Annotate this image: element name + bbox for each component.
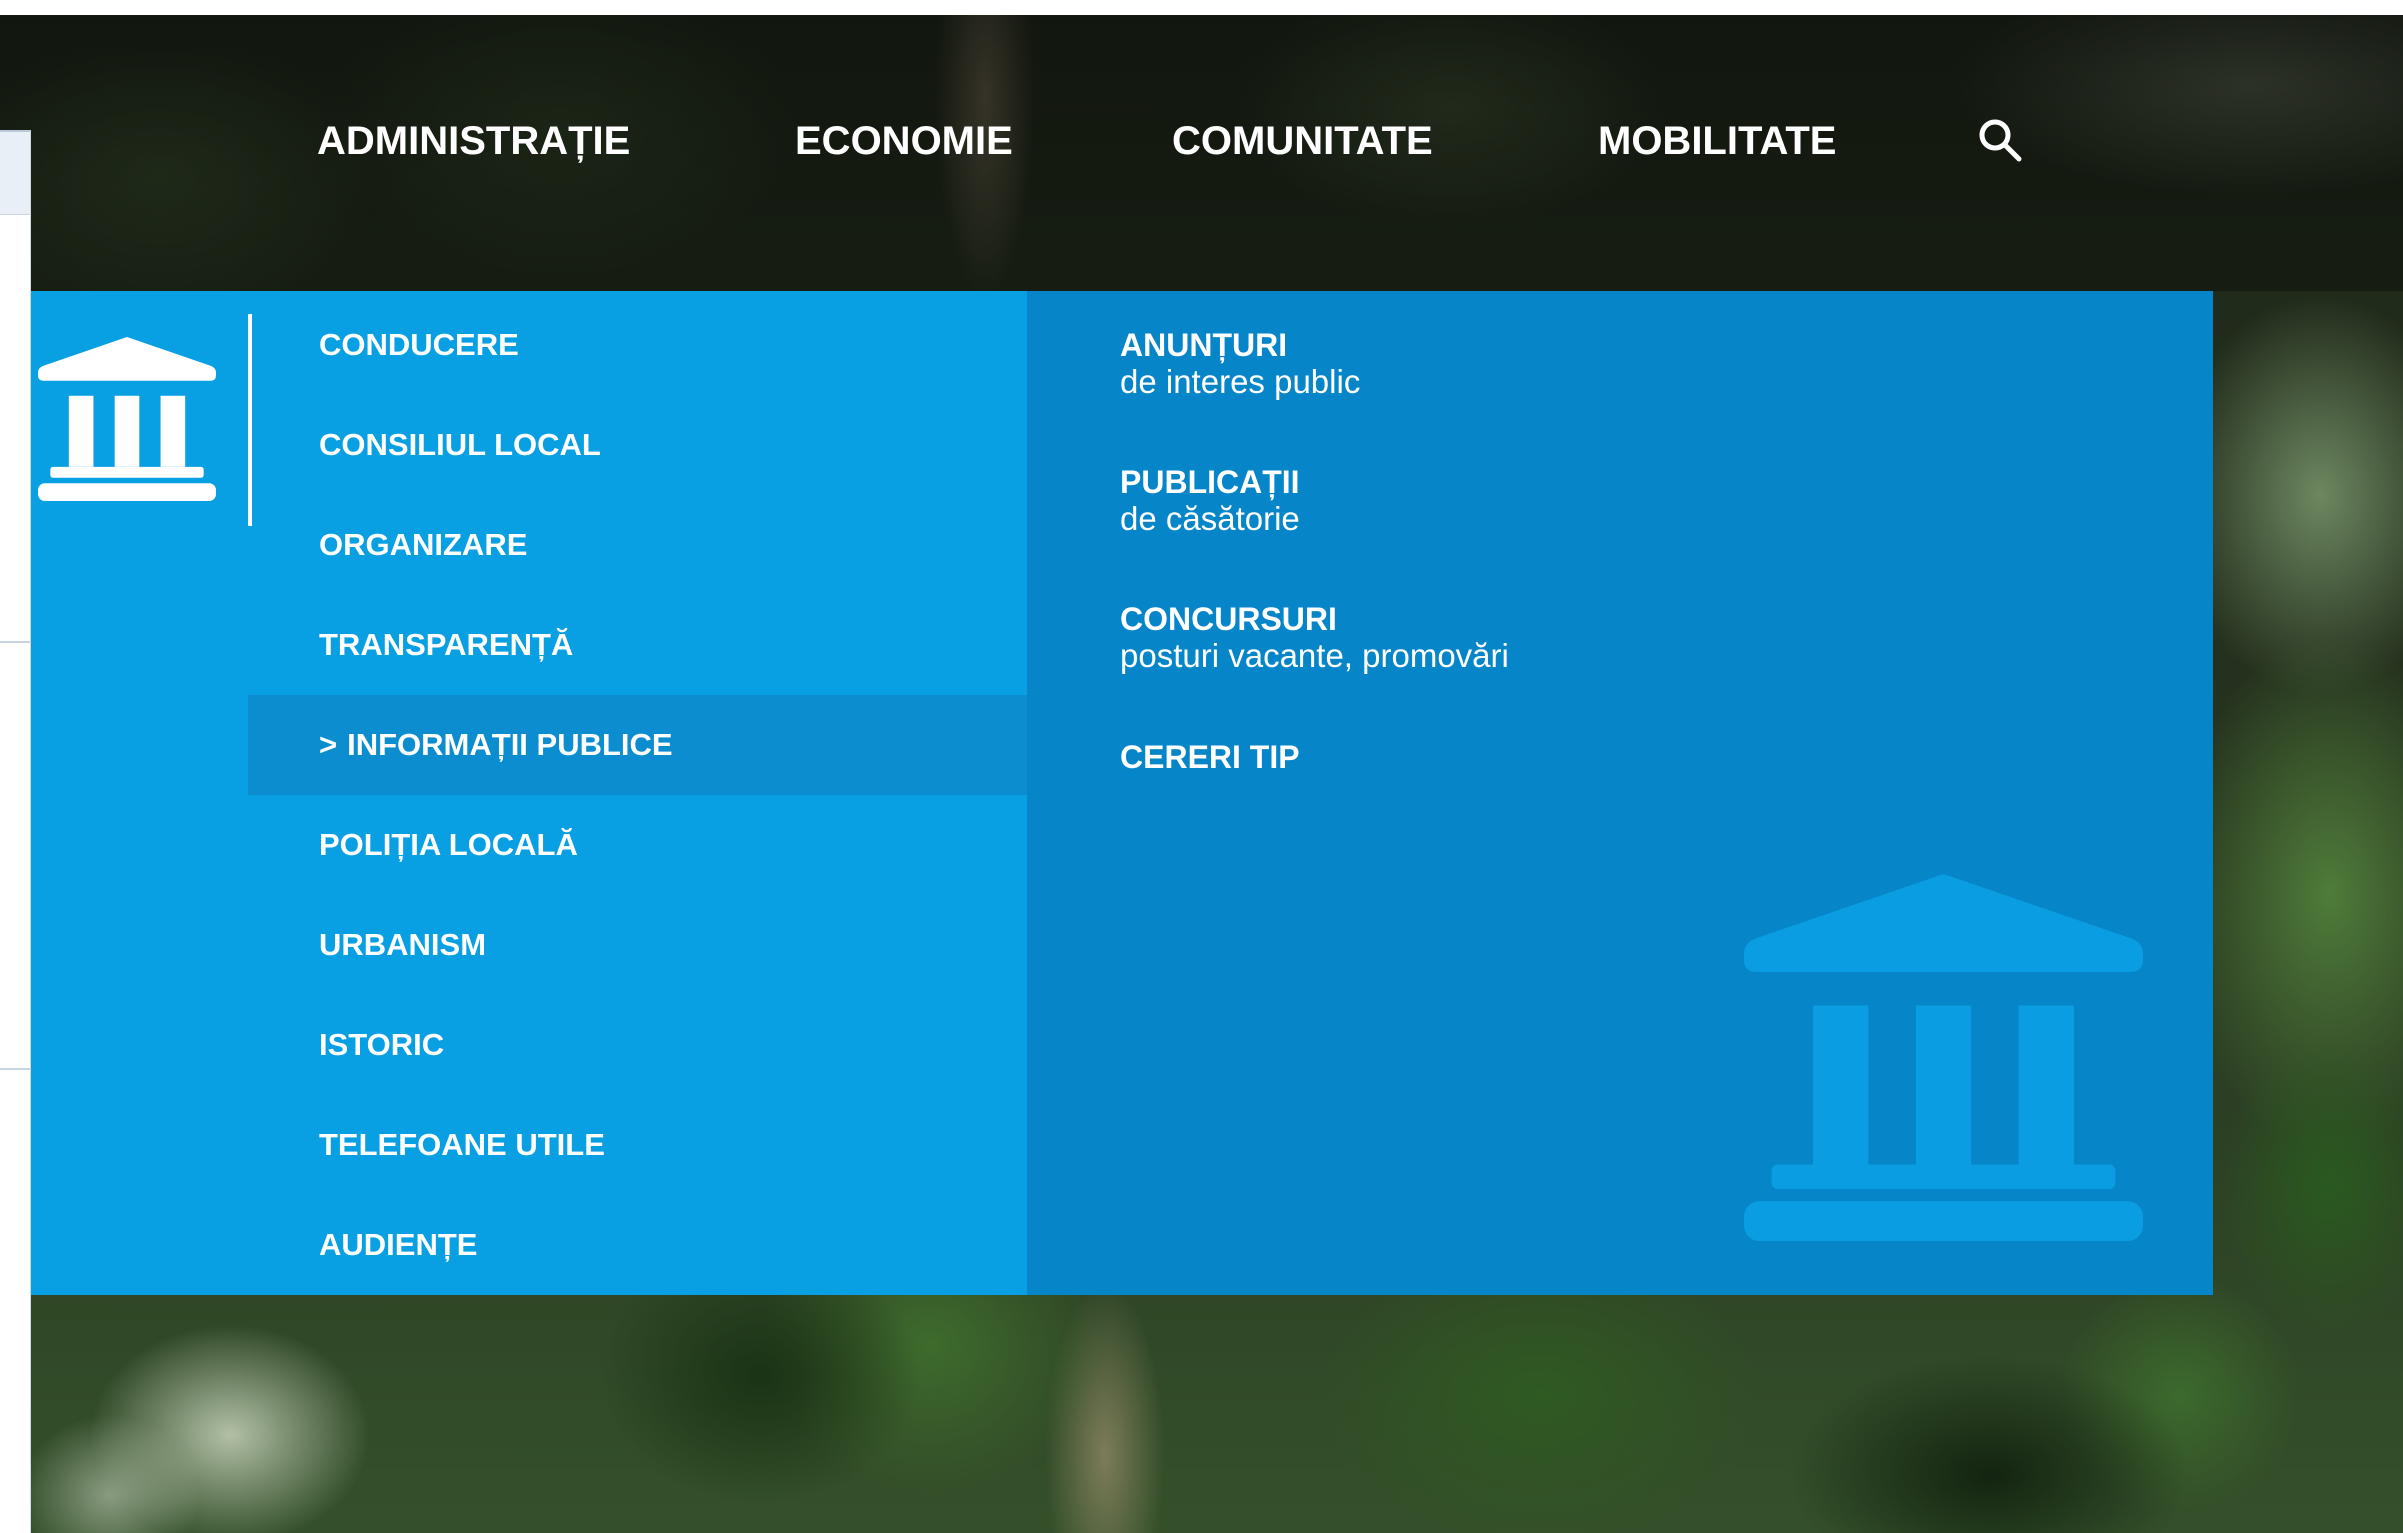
submenu-subtitle: posturi vacante, promovări bbox=[1120, 637, 1509, 674]
menu-item-transparenta[interactable]: TRANSPARENȚĂ bbox=[248, 595, 1027, 695]
menu-item-audiente[interactable]: AUDIENȚE bbox=[248, 1195, 1027, 1295]
nav-item-mobilitate[interactable]: MOBILITATE bbox=[1598, 118, 1836, 164]
menu-item-telefoane-utile[interactable]: TELEFOANE UTILE bbox=[248, 1095, 1027, 1195]
submenu-title: CERERI TIP bbox=[1120, 739, 1300, 775]
menu-item-label: URBANISM bbox=[319, 927, 487, 962]
menu-item-conducere[interactable]: CONDUCERE bbox=[248, 295, 1027, 395]
submenu-item-publicatii[interactable]: PUBLICAȚII de căsătorie bbox=[1120, 464, 1300, 537]
nav-item-administratie[interactable]: ADMINISTRAȚIE bbox=[317, 118, 630, 164]
menu-item-label: AUDIENȚE bbox=[319, 1227, 478, 1262]
administratie-dropdown: CONDUCERE CONSILIUL LOCAL ORGANIZARE TRA… bbox=[31, 291, 2213, 1295]
submenu-title: CONCURSURI bbox=[1120, 601, 1337, 637]
menu-item-label: ORGANIZARE bbox=[319, 527, 528, 562]
main-nav: ADMINISTRAȚIE ECONOMIE COMUNITATE MOBILI… bbox=[0, 15, 2403, 291]
active-marker: > bbox=[319, 727, 338, 762]
menu-item-politia-locala[interactable]: POLIȚIA LOCALĂ bbox=[248, 795, 1027, 895]
city-hall-icon bbox=[38, 337, 216, 501]
sidebar-divider bbox=[0, 1068, 30, 1070]
menu-item-label: INFORMAȚII PUBLICE bbox=[347, 727, 673, 762]
sidebar-divider bbox=[0, 641, 30, 643]
menu-item-label: ISTORIC bbox=[319, 1027, 445, 1062]
menu-item-label: TRANSPARENȚĂ bbox=[319, 627, 574, 662]
menu-item-consiliul-local[interactable]: CONSILIUL LOCAL bbox=[248, 395, 1027, 495]
menu-item-urbanism[interactable]: URBANISM bbox=[248, 895, 1027, 995]
dropdown-menu-pane: CONDUCERE CONSILIUL LOCAL ORGANIZARE TRA… bbox=[31, 291, 1027, 1295]
nav-item-economie[interactable]: ECONOMIE bbox=[795, 118, 1013, 164]
submenu-item-concursuri[interactable]: CONCURSURI posturi vacante, promovări bbox=[1120, 601, 1509, 674]
submenu-item-anunturi[interactable]: ANUNȚURI de interes public bbox=[1120, 327, 1360, 400]
submenu-subtitle: de interes public bbox=[1120, 363, 1361, 400]
submenu-title: PUBLICAȚII bbox=[1120, 464, 1300, 500]
menu-item-organizare[interactable]: ORGANIZARE bbox=[248, 495, 1027, 595]
dropdown-menu-list: CONDUCERE CONSILIUL LOCAL ORGANIZARE TRA… bbox=[248, 295, 1027, 1295]
page-sidebar-fragment bbox=[0, 130, 31, 1533]
menu-item-label: CONSILIUL LOCAL bbox=[319, 427, 601, 462]
menu-item-informatii-publice[interactable]: > INFORMAȚII PUBLICE bbox=[248, 695, 1027, 795]
nav-item-comunitate[interactable]: COMUNITATE bbox=[1172, 118, 1433, 164]
submenu-title: ANUNȚURI bbox=[1120, 327, 1288, 363]
menu-item-label: POLIȚIA LOCALĂ bbox=[319, 827, 578, 862]
menu-item-label: CONDUCERE bbox=[319, 327, 519, 362]
dropdown-submenu-pane: ANUNȚURI de interes public PUBLICAȚII de… bbox=[1027, 291, 2213, 1295]
search-icon bbox=[1979, 119, 2022, 162]
menu-item-istoric[interactable]: ISTORIC bbox=[248, 995, 1027, 1095]
top-strip bbox=[0, 0, 2403, 15]
submenu-subtitle: de căsătorie bbox=[1120, 500, 1300, 537]
city-hall-icon bbox=[1744, 874, 2143, 1241]
search-button[interactable] bbox=[1975, 115, 2025, 165]
submenu-item-cereri-tip[interactable]: CERERI TIP bbox=[1120, 739, 1300, 775]
menu-item-label: TELEFOANE UTILE bbox=[319, 1127, 605, 1162]
